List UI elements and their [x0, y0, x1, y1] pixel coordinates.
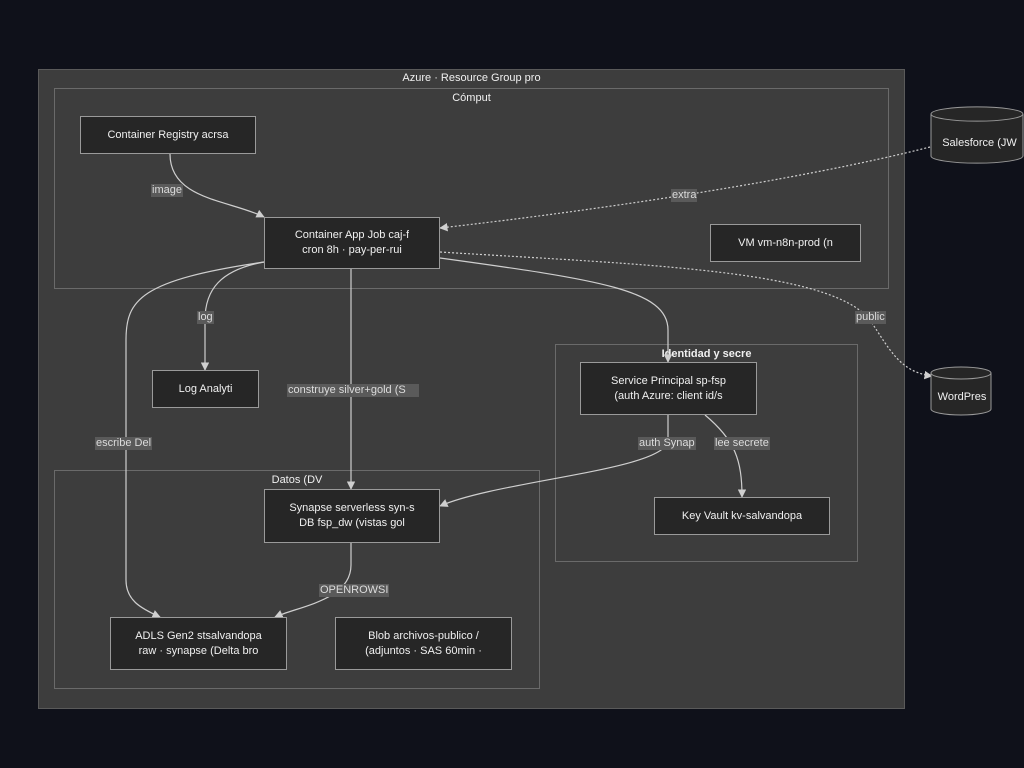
edge-label-construye: construye silver+gold (S: [287, 384, 419, 397]
edge-sp-to-synapse: [439, 415, 669, 507]
node-container-registry-line1: Container Registry acrsa: [107, 128, 229, 141]
node-blob-line1: Blob archivos-publico /: [368, 629, 479, 642]
edge-label-extract: extra: [671, 189, 698, 202]
node-container-registry[interactable]: Container Registry acrsa: [80, 116, 256, 154]
node-container-app-job[interactable]: Container App Job caj-f cron 8h · pay-pe…: [264, 217, 440, 269]
edge-label-auth-synapse: auth Synap: [638, 437, 696, 450]
edge-sp-to-keyvault: [704, 414, 747, 498]
node-log-analytics[interactable]: Log Analyti: [152, 370, 259, 408]
node-container-app-job-line1: Container App Job caj-f: [294, 229, 410, 241]
salesforce-label: Salesforce (JW: [942, 137, 1017, 149]
node-synapse[interactable]: Synapse serverless syn-s DB fsp_dw (vist…: [264, 489, 440, 543]
edge-synapse-to-adls: [274, 543, 352, 618]
node-synapse-line2: DB fsp_dw (vistas gol: [299, 517, 405, 529]
node-adls-gen2-line1: ADLS Gen2 stsalvandopa: [135, 629, 262, 642]
edge-acr-to-caj: [169, 153, 265, 218]
edge-label-escribe: escribe Del: [95, 437, 153, 450]
salesforce-database-icon: [930, 106, 1024, 164]
node-vm-line1: VM vm-n8n-prod (n: [738, 236, 833, 249]
edge-caj-to-sp: [439, 257, 673, 363]
node-adls-gen2[interactable]: ADLS Gen2 stsalvandopa raw · synapse (De…: [110, 617, 287, 670]
node-service-principal[interactable]: Service Principal sp-fsp (auth Azure: cl…: [580, 362, 757, 415]
node-blob-line2: (adjuntos · SAS 60min ·: [365, 644, 482, 657]
edge-label-public: public: [855, 311, 886, 324]
node-container-app-job-line2: cron 8h · pay-per-rui: [302, 244, 402, 256]
wordpress-label: WordPres: [937, 391, 987, 403]
node-service-principal-line2: (auth Azure: client id/s: [614, 389, 723, 402]
edge-salesforce-to-caj: [439, 146, 931, 232]
node-service-principal-line1: Service Principal sp-fsp: [611, 374, 726, 387]
edge-caj-to-log: [200, 261, 265, 371]
edge-label-openrowset: OPENROWSI: [319, 584, 390, 597]
node-key-vault[interactable]: Key Vault kv-salvandopa: [654, 497, 830, 535]
node-synapse-line1: Synapse serverless syn-s: [289, 502, 415, 514]
edge-label-logs: log: [197, 311, 214, 324]
edge-label-lee-secretos: lee secrete: [714, 437, 770, 450]
edge-label-image: image: [151, 184, 183, 197]
node-log-analytics-line1: Log Analyti: [178, 382, 233, 395]
node-vm[interactable]: VM vm-n8n-prod (n: [710, 224, 861, 262]
node-blob-storage[interactable]: Blob archivos-publico / (adjuntos · SAS …: [335, 617, 512, 670]
node-key-vault-line1: Key Vault kv-salvandopa: [681, 509, 803, 522]
node-adls-gen2-line2: raw · synapse (Delta bro: [138, 644, 259, 657]
